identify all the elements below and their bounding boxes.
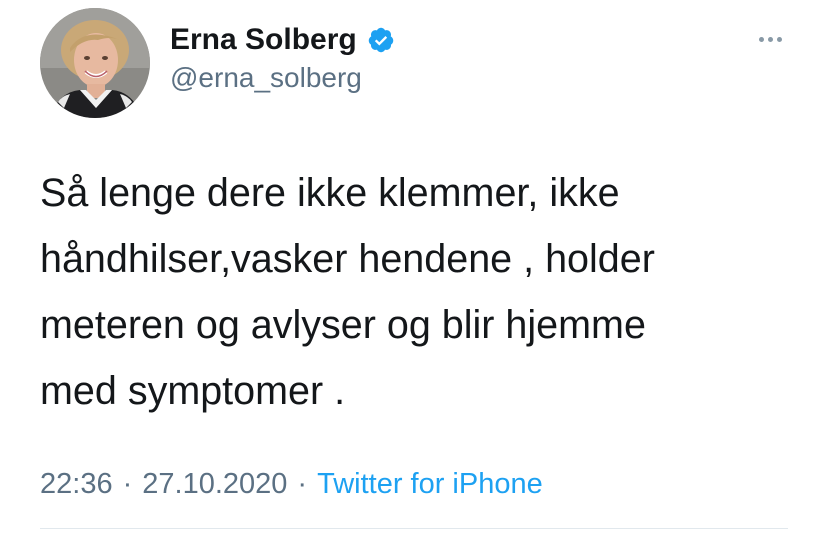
tweet-time[interactable]: 22:36: [40, 468, 113, 501]
tweet-text-line: meteren og avlyser og blir hjemme: [40, 303, 646, 347]
more-options-icon: [758, 36, 764, 42]
author-name-row: Erna Solberg: [170, 20, 395, 60]
tweet-source-link[interactable]: Twitter for iPhone: [317, 468, 543, 501]
verified-badge-icon: [368, 27, 393, 53]
meta-separator: ·: [122, 467, 133, 500]
tweet-date[interactable]: 27.10.2020: [142, 468, 287, 501]
more-options-button[interactable]: [750, 24, 790, 54]
author-handle[interactable]: @erna_solberg: [170, 62, 362, 94]
divider: [40, 528, 788, 529]
more-options-icon: [767, 36, 773, 42]
meta-separator: ·: [297, 467, 308, 500]
tweet-text: Så lenge dere ikke klemmer, ikke håndhil…: [40, 160, 800, 424]
tweet-text-line: håndhilser,vasker hendene , holder: [40, 237, 655, 281]
avatar[interactable]: [40, 8, 150, 118]
display-name[interactable]: Erna Solberg: [170, 23, 357, 57]
tweet-text-line: med symptomer .: [40, 369, 346, 413]
tweet-meta: 22:36 · 27.10.2020 · Twitter for iPhone: [40, 462, 543, 506]
tweet-text-line: Så lenge dere ikke klemmer, ikke: [40, 171, 620, 215]
profile-photo-icon: [40, 8, 150, 118]
more-options-icon: [776, 36, 782, 42]
